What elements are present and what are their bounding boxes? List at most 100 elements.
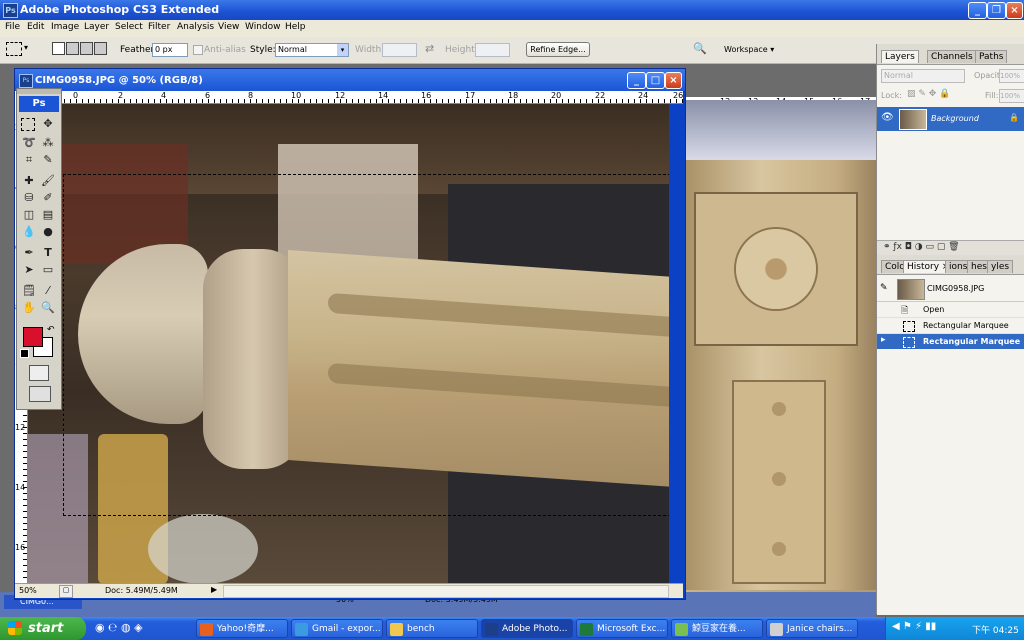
menu-help[interactable]: Help	[285, 22, 306, 32]
path-selection-icon[interactable]: ➤	[21, 262, 37, 278]
tray-icons[interactable]: ◀ ⚑ ⚡ ▮▮	[892, 621, 936, 632]
gradient-tool-icon[interactable]: ▤	[40, 207, 56, 223]
task-photoshop[interactable]: Adobe Photo...	[481, 619, 573, 638]
healing-brush-icon[interactable]: ✚	[21, 173, 37, 189]
task-yahoo[interactable]: Yahoo!奇摩...	[196, 619, 288, 638]
blend-mode-select[interactable]: Normal	[881, 69, 965, 83]
task-gmail[interactable]: Gmail - expor...	[291, 619, 383, 638]
menu-edit[interactable]: Edit	[27, 22, 44, 32]
tab-layers[interactable]: Layers	[881, 50, 919, 63]
zoom-tool-icon[interactable]: 🔍	[40, 300, 56, 316]
layer-row-background[interactable]: 👁 Background 🔒	[877, 107, 1024, 131]
blur-tool-icon[interactable]: 💧	[21, 224, 37, 240]
screen-mode-icon[interactable]	[29, 386, 51, 402]
menu-view[interactable]: View	[218, 22, 239, 32]
status-options-icon[interactable]: ▢	[59, 585, 73, 598]
clock[interactable]: 下午 04:25	[972, 623, 1019, 636]
swap-colors-icon[interactable]: ↶	[47, 325, 55, 335]
ps-toolbox-logo[interactable]: Ps	[19, 96, 59, 112]
eye-icon[interactable]: 👁	[881, 112, 894, 123]
menu-filter[interactable]: Filter	[148, 22, 170, 32]
feather-input[interactable]: 0 px	[152, 43, 188, 57]
start-button[interactable]: start	[0, 617, 86, 640]
opacity-input[interactable]: 100%	[999, 69, 1024, 83]
doc-minimize-button[interactable]: _	[627, 72, 646, 89]
subtract-selection-icon[interactable]	[80, 42, 93, 55]
swap-icon[interactable]: ⇄	[425, 42, 434, 55]
history-item-active[interactable]: ▸ Rectangular Marquee	[877, 334, 1024, 349]
antialias-checkbox[interactable]	[193, 45, 203, 55]
task-bench[interactable]: bench	[386, 619, 478, 638]
toolbox-grip[interactable]	[17, 89, 61, 94]
fill-input[interactable]: 100%	[999, 89, 1024, 103]
clone-stamp-icon[interactable]: ⛁	[21, 190, 37, 206]
history-item[interactable]: Rectangular Marquee	[877, 318, 1024, 334]
history-brush-source-icon[interactable]: ✎	[880, 283, 888, 293]
move-tool-icon[interactable]: ✥	[40, 116, 56, 132]
layers-footer-icons[interactable]: ⚭ ƒx ◘ ◑ ▭ ▢ 🗑	[883, 242, 960, 252]
slice-tool-icon[interactable]: ✎	[40, 152, 56, 168]
add-selection-icon[interactable]	[66, 42, 79, 55]
antialias-label: Anti-alias	[204, 45, 246, 55]
task-excel[interactable]: Microsoft Exc...	[576, 619, 668, 638]
tab-styles[interactable]: yles	[987, 260, 1014, 273]
horizontal-scrollbar[interactable]	[223, 585, 669, 598]
tab-channels[interactable]: Channels	[927, 50, 977, 63]
restore-button[interactable]: ❐	[987, 2, 1006, 19]
default-colors-icon[interactable]	[20, 349, 29, 358]
status-arrow-icon[interactable]: ▶	[211, 585, 221, 596]
lock-icons[interactable]: ▨ ✎ ✥ 🔒	[907, 89, 950, 99]
selection-marquee[interactable]	[63, 174, 669, 516]
menu-select[interactable]: Select	[115, 22, 143, 32]
dodge-tool-icon[interactable]: ●	[40, 224, 56, 240]
quicklaunch-icons[interactable]: ◉ ℮ ◍ ◈	[95, 621, 143, 634]
crop-tool-icon[interactable]: ⌗	[21, 152, 37, 168]
menu-layer[interactable]: Layer	[84, 22, 109, 32]
menu-analysis[interactable]: Analysis	[177, 22, 214, 32]
menu-image[interactable]: Image	[51, 22, 79, 32]
workspace-button[interactable]: Workspace ▾	[724, 45, 774, 54]
eyedropper-icon[interactable]: ⁄	[40, 283, 56, 299]
history-state-slider-icon[interactable]: ▸	[881, 335, 886, 345]
minimize-button[interactable]: _	[968, 2, 987, 19]
magic-wand-icon[interactable]: ⁂	[40, 135, 56, 151]
hand-tool-icon[interactable]: ✋	[21, 300, 37, 316]
notes-tool-icon[interactable]: 🗒	[21, 283, 37, 299]
tab-paths[interactable]: Paths	[975, 50, 1008, 63]
marquee-preset-icon[interactable]	[6, 42, 22, 56]
history-item[interactable]: 🗎 Open	[877, 302, 1024, 318]
height-input[interactable]	[475, 43, 510, 57]
brush-tool-icon[interactable]: 🖌	[40, 173, 56, 189]
width-input[interactable]	[382, 43, 417, 57]
doc-size-info: Doc: 5.49M/5.49M	[105, 586, 178, 595]
style-select[interactable]: Normal ▾	[275, 43, 349, 57]
doc-maximize-button[interactable]: □	[646, 72, 665, 89]
history-snapshot[interactable]: ✎ CIMG0958.JPG	[877, 277, 1024, 302]
doc-close-button[interactable]: ×	[665, 72, 682, 89]
refine-edge-button[interactable]: Refine Edge...	[526, 42, 590, 57]
top-ruler[interactable]: 2 0 2 4 6 8 10 12 14 16 17 18 20 22 24 2…	[28, 91, 683, 104]
document-title-bar[interactable]: Ps CIMG0958.JPG @ 50% (RGB/8) _ □ ×	[15, 69, 685, 91]
shape-tool-icon[interactable]: ▭	[40, 262, 56, 278]
zoom-level[interactable]: 50%	[19, 586, 37, 595]
second-doc-canvas[interactable]	[684, 100, 876, 592]
pen-tool-icon[interactable]: ✒	[21, 245, 37, 261]
task-blog[interactable]: 鯨豆家在養...	[671, 619, 763, 638]
menu-window[interactable]: Window	[245, 22, 281, 32]
menu-file[interactable]: File	[5, 22, 20, 32]
intersect-selection-icon[interactable]	[94, 42, 107, 55]
marquee-tool-icon[interactable]	[21, 118, 35, 131]
eraser-tool-icon[interactable]: ◫	[21, 207, 37, 223]
lasso-tool-icon[interactable]: ➰	[21, 135, 37, 151]
close-button[interactable]: ×	[1006, 2, 1023, 19]
task-janice[interactable]: Janice chairs...	[766, 619, 858, 638]
type-tool-icon[interactable]: T	[40, 245, 56, 261]
preset-dropdown-icon[interactable]: ▾	[24, 43, 28, 52]
foreground-color-swatch[interactable]	[23, 327, 43, 347]
quick-mask-icon[interactable]	[29, 365, 49, 381]
binoculars-icon[interactable]: 🔍	[693, 42, 709, 56]
image-canvas[interactable]	[28, 104, 669, 584]
new-selection-icon[interactable]	[52, 42, 65, 55]
history-brush-icon[interactable]: ✐	[40, 190, 56, 206]
task-label: bench	[407, 624, 435, 634]
